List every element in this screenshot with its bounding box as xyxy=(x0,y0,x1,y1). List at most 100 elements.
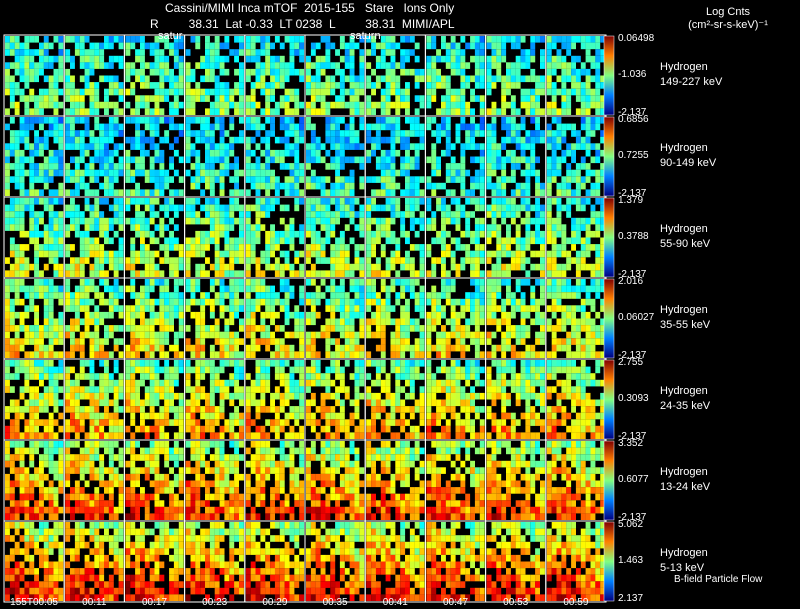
heatmap-cell xyxy=(590,75,596,83)
heatmap-cell xyxy=(234,338,239,345)
heatmap-cell xyxy=(260,325,266,332)
heatmap-cell xyxy=(354,311,360,319)
heatmap-cell xyxy=(140,331,145,339)
heatmap-cell xyxy=(359,425,365,433)
heatmap-cell xyxy=(535,156,540,164)
heatmap-cell xyxy=(130,419,136,426)
heatmap-cell xyxy=(245,244,251,251)
heatmap-cell xyxy=(125,169,131,177)
heatmap-cell xyxy=(385,399,391,407)
heatmap-cell xyxy=(506,198,511,205)
heatmap-cell xyxy=(74,292,80,299)
heatmap-cell xyxy=(135,406,140,413)
heatmap-cell xyxy=(255,123,261,131)
heatmap-cell xyxy=(395,211,401,218)
heatmap-cell xyxy=(366,250,372,258)
heatmap-cell xyxy=(43,101,49,109)
heatmap-cell xyxy=(474,68,480,76)
heatmap-cell xyxy=(325,338,331,345)
heatmap-cell xyxy=(590,42,596,50)
heatmap-cell xyxy=(486,237,492,245)
heatmap-cell xyxy=(265,143,271,150)
heatmap-cell xyxy=(315,419,321,426)
heatmap-cell xyxy=(344,325,350,332)
heatmap-cell xyxy=(445,279,451,286)
heatmap-cell xyxy=(154,373,160,380)
heatmap-cell xyxy=(154,279,160,286)
heatmap-cell xyxy=(546,62,552,69)
heatmap-cell xyxy=(135,198,140,205)
heatmap-cell xyxy=(94,49,100,56)
heatmap-cell xyxy=(14,285,20,293)
heatmap-cell xyxy=(265,344,271,352)
heatmap-cell xyxy=(245,279,251,286)
heatmap-cell xyxy=(320,143,326,150)
heatmap-cell xyxy=(390,49,396,56)
heatmap-cell xyxy=(125,325,131,332)
heatmap-cell xyxy=(70,123,75,131)
heatmap-cell xyxy=(70,108,75,115)
heatmap-cell xyxy=(209,123,215,131)
heatmap-cell xyxy=(561,263,567,271)
heatmap-cell xyxy=(185,250,191,258)
heatmap-cell xyxy=(229,379,235,387)
heatmap-cell xyxy=(335,298,340,306)
heatmap-cell xyxy=(306,311,311,319)
heatmap-cell xyxy=(5,36,10,43)
heatmap-cell xyxy=(479,331,485,339)
heatmap-cell xyxy=(575,204,581,212)
heatmap-cell xyxy=(239,230,244,238)
heatmap-cell xyxy=(344,204,350,212)
heatmap-cell xyxy=(470,36,475,43)
heatmap-cell xyxy=(34,373,39,380)
heatmap-cell xyxy=(89,263,95,271)
heatmap-cell xyxy=(219,169,225,177)
heatmap-cell xyxy=(515,338,521,345)
heatmap-cell xyxy=(496,149,502,157)
heatmap-cell xyxy=(419,217,425,225)
heatmap-cell xyxy=(29,123,35,131)
heatmap-cell xyxy=(209,204,215,212)
heatmap-cell xyxy=(375,123,381,131)
heatmap-cell xyxy=(144,244,150,251)
heatmap-cell xyxy=(566,182,572,190)
heatmap-cell xyxy=(294,325,300,332)
heatmap-cell xyxy=(306,88,311,96)
heatmap-cell xyxy=(239,108,244,115)
heatmap-cell xyxy=(34,75,39,83)
heatmap-cell xyxy=(113,176,119,183)
heatmap-cell xyxy=(190,351,196,358)
heatmap-cell xyxy=(561,176,567,183)
heatmap-cell xyxy=(70,344,75,352)
heatmap-cell xyxy=(104,257,109,264)
heatmap-cell xyxy=(344,136,350,144)
heatmap-cell xyxy=(19,224,25,231)
heatmap-cell xyxy=(5,211,10,218)
heatmap-cell xyxy=(419,123,425,131)
heatmap-cell xyxy=(556,211,562,218)
heatmap-cell xyxy=(209,425,215,433)
heatmap-cell xyxy=(520,75,526,83)
heatmap-cell xyxy=(195,379,201,387)
heatmap-cell xyxy=(70,263,75,271)
heatmap-cell xyxy=(400,305,406,312)
heatmap-cell xyxy=(299,101,305,109)
heatmap-cell xyxy=(205,366,210,374)
heatmap-cell xyxy=(510,325,516,332)
heatmap-cell xyxy=(580,279,586,286)
heatmap-cell xyxy=(366,149,372,157)
heatmap-cell xyxy=(108,379,114,387)
heatmap-cell xyxy=(479,318,485,326)
heatmap-cell xyxy=(48,82,54,89)
heatmap-cell xyxy=(89,386,95,393)
heatmap-cell xyxy=(58,123,64,131)
heatmap-cell xyxy=(380,149,386,157)
heatmap-cell xyxy=(255,82,261,89)
heatmap-cell xyxy=(260,176,266,183)
heatmap-cell xyxy=(65,189,71,196)
heatmap-cell xyxy=(506,331,511,339)
heatmap-cell xyxy=(455,217,461,225)
heatmap-cell xyxy=(239,117,244,124)
heatmap-cell xyxy=(409,373,415,380)
heatmap-cell xyxy=(486,318,492,326)
